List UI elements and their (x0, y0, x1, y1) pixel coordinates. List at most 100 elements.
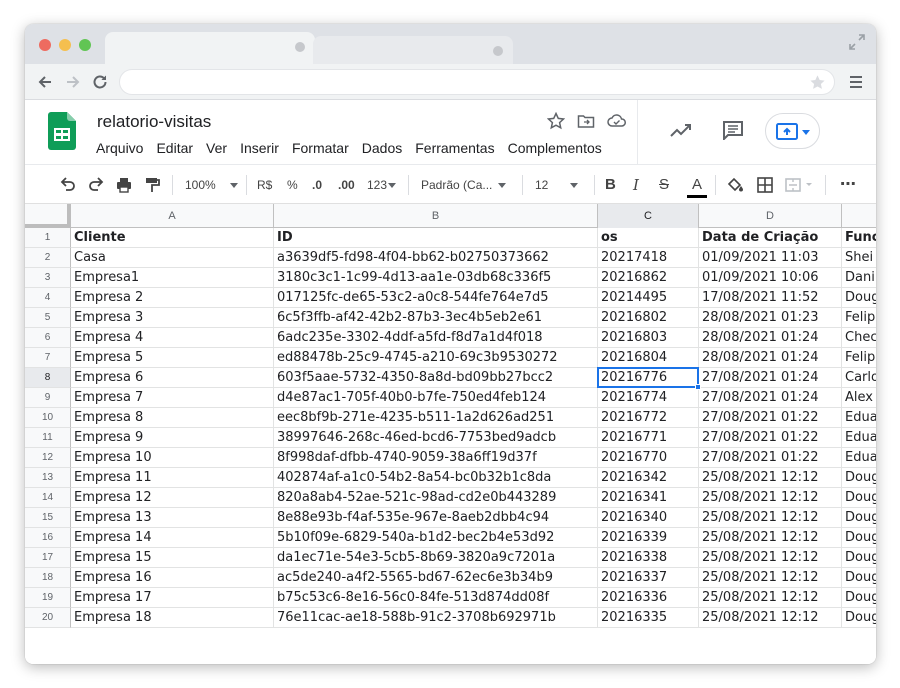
menu-complementos[interactable]: Complementos (508, 140, 602, 156)
table-cell[interactable]: Empresa 10 (71, 448, 274, 468)
table-cell[interactable]: Casa (71, 248, 274, 268)
close-window-button[interactable] (39, 39, 51, 51)
table-cell[interactable]: 25/08/2021 12:12 (699, 568, 842, 588)
table-cell[interactable]: 38997646-268c-46ed-bcd6-7753bed9adcb (274, 428, 598, 448)
table-cell[interactable]: 25/08/2021 12:12 (699, 608, 842, 628)
table-cell[interactable]: Doug (842, 588, 876, 608)
fill-color-icon[interactable] (726, 176, 744, 194)
table-cell[interactable]: 20214495 (598, 288, 699, 308)
table-cell[interactable]: Carlo (842, 368, 876, 388)
table-cell[interactable]: Empresa 11 (71, 468, 274, 488)
table-cell[interactable]: 20216335 (598, 608, 699, 628)
table-cell[interactable]: 28/08/2021 01:24 (699, 328, 842, 348)
italic-button[interactable]: I (633, 176, 639, 194)
table-cell[interactable]: Edua (842, 428, 876, 448)
table-cell[interactable]: 25/08/2021 12:12 (699, 528, 842, 548)
table-cell[interactable]: Doug (842, 568, 876, 588)
row-header[interactable]: 6 (25, 328, 71, 348)
table-cell[interactable]: 5b10f09e-6829-540a-b1d2-bec2b4e53d92 (274, 528, 598, 548)
table-cell[interactable]: Empresa 8 (71, 408, 274, 428)
table-cell[interactable]: Dani (842, 268, 876, 288)
minimize-window-button[interactable] (59, 39, 71, 51)
row-header[interactable]: 8 (25, 368, 71, 388)
more-formats-select[interactable]: 123 (367, 176, 397, 194)
table-cell[interactable]: Doug (842, 528, 876, 548)
table-cell[interactable]: 20216337 (598, 568, 699, 588)
more-options-icon[interactable]: ⋯ (840, 176, 857, 194)
table-cell[interactable]: 76e11cac-ae18-588b-91c2-3708b692971b (274, 608, 598, 628)
table-cell[interactable]: 20216772 (598, 408, 699, 428)
forward-arrow-icon[interactable] (64, 73, 82, 91)
table-cell[interactable]: Doug (842, 488, 876, 508)
table-cell[interactable]: 6adc235e-3302-4ddf-a5fd-f8d7a1d4f018 (274, 328, 598, 348)
menu-inserir[interactable]: Inserir (240, 140, 279, 156)
table-cell[interactable]: 20216776 (598, 368, 699, 388)
header-cell[interactable]: ID (274, 228, 598, 248)
table-cell[interactable]: da1ec71e-54e3-5cb5-8b69-3820a9c7201a (274, 548, 598, 568)
strikethrough-button[interactable]: S (659, 176, 669, 194)
table-cell[interactable]: 402874af-a1c0-54b2-8a54-bc0b32b1c8da (274, 468, 598, 488)
row-header[interactable]: 2 (25, 248, 71, 268)
table-cell[interactable]: Empresa 4 (71, 328, 274, 348)
table-cell[interactable]: Empresa 14 (71, 528, 274, 548)
table-cell[interactable]: 27/08/2021 01:24 (699, 388, 842, 408)
table-cell[interactable]: Edua (842, 408, 876, 428)
trend-arrow-icon[interactable] (670, 121, 692, 139)
tab-close-icon[interactable] (295, 42, 305, 52)
table-cell[interactable]: 27/08/2021 01:22 (699, 408, 842, 428)
row-header[interactable]: 16 (25, 528, 71, 548)
table-cell[interactable]: Empresa 5 (71, 348, 274, 368)
table-cell[interactable]: 25/08/2021 12:12 (699, 548, 842, 568)
table-cell[interactable]: Empresa 7 (71, 388, 274, 408)
table-cell[interactable]: Empresa 9 (71, 428, 274, 448)
back-arrow-icon[interactable] (36, 73, 54, 91)
row-header[interactable]: 12 (25, 448, 71, 468)
increase-decimals-button[interactable]: .00 (338, 176, 355, 194)
table-cell[interactable]: 20216771 (598, 428, 699, 448)
reload-icon[interactable] (91, 73, 109, 91)
table-cell[interactable]: 20216338 (598, 548, 699, 568)
row-header[interactable]: 10 (25, 408, 71, 428)
table-cell[interactable]: Doug (842, 608, 876, 628)
font-size-select[interactable]: 12 (535, 176, 587, 194)
table-cell[interactable]: Empresa1 (71, 268, 274, 288)
fullscreen-icon[interactable] (848, 33, 866, 51)
table-cell[interactable]: 27/08/2021 01:24 (699, 368, 842, 388)
menu-editar[interactable]: Editar (156, 140, 193, 156)
select-all-corner[interactable] (25, 204, 71, 228)
url-input[interactable] (119, 69, 835, 95)
table-cell[interactable]: 25/08/2021 12:12 (699, 588, 842, 608)
row-header[interactable]: 4 (25, 288, 71, 308)
font-family-select[interactable]: Padrão (Ca... (421, 176, 513, 194)
table-cell[interactable]: 20216804 (598, 348, 699, 368)
row-header[interactable]: 20 (25, 608, 71, 628)
table-cell[interactable]: Felip (842, 308, 876, 328)
column-header-d[interactable]: D (699, 204, 842, 228)
table-cell[interactable]: 20216803 (598, 328, 699, 348)
row-header[interactable]: 3 (25, 268, 71, 288)
table-cell[interactable]: Alex (842, 388, 876, 408)
star-icon[interactable] (547, 112, 565, 130)
row-header[interactable]: 7 (25, 348, 71, 368)
redo-icon[interactable] (87, 176, 105, 194)
table-cell[interactable]: Empresa 12 (71, 488, 274, 508)
table-cell[interactable]: 20216770 (598, 448, 699, 468)
present-button[interactable] (765, 113, 820, 149)
table-cell[interactable]: Empresa 2 (71, 288, 274, 308)
zoom-select[interactable]: 100% (185, 176, 240, 194)
table-cell[interactable]: 20216340 (598, 508, 699, 528)
fill-handle[interactable] (695, 384, 701, 390)
table-cell[interactable]: Empresa 16 (71, 568, 274, 588)
row-header[interactable]: 11 (25, 428, 71, 448)
table-cell[interactable]: Empresa 17 (71, 588, 274, 608)
table-cell[interactable]: Doug (842, 548, 876, 568)
table-cell[interactable]: 28/08/2021 01:24 (699, 348, 842, 368)
table-cell[interactable]: Empresa 18 (71, 608, 274, 628)
table-cell[interactable]: 8e88e93b-f4af-535e-967e-8aeb2dbb4c94 (274, 508, 598, 528)
table-cell[interactable]: 20216774 (598, 388, 699, 408)
table-cell[interactable]: 6c5f3ffb-af42-42b2-87b3-3ec4b5eb2e61 (274, 308, 598, 328)
menu-arquivo[interactable]: Arquivo (96, 140, 143, 156)
cloud-saved-icon[interactable] (607, 112, 627, 130)
tab-close-icon[interactable] (493, 46, 503, 56)
table-cell[interactable]: 01/09/2021 11:03 (699, 248, 842, 268)
